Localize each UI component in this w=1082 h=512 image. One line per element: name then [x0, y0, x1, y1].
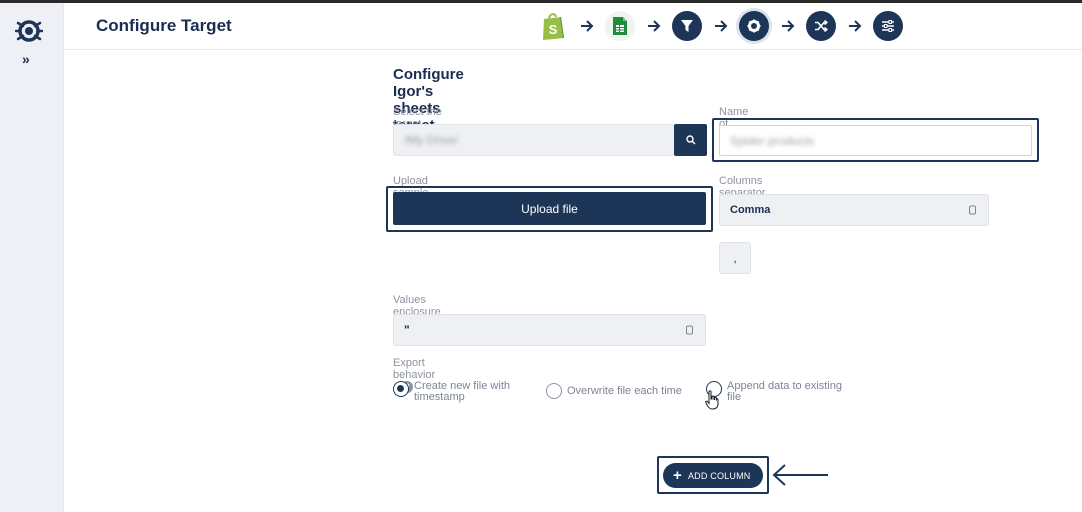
separator-select[interactable]: Comma: [719, 194, 989, 226]
page-header: Configure Target S: [64, 3, 1082, 50]
highlight-add-column: [657, 456, 769, 494]
export-label-text: Export behavior: [393, 357, 436, 381]
google-sheets-icon: [613, 17, 627, 35]
step-arrow: [836, 20, 873, 32]
step-filter[interactable]: [672, 11, 702, 41]
app-logo-icon[interactable]: [14, 17, 44, 45]
step-arrow: [702, 20, 739, 32]
expand-sidebar-button[interactable]: »: [22, 51, 30, 67]
target-path-value: /My Drive/: [404, 133, 458, 147]
highlight-upload-button: [386, 186, 713, 232]
sidebar: »: [0, 3, 64, 512]
step-settings[interactable]: [739, 11, 769, 41]
dropdown-icon: [969, 205, 976, 215]
enclosure-select[interactable]: ": [393, 314, 706, 346]
arrow-right-icon: [647, 20, 660, 32]
step-google-sheets[interactable]: [605, 11, 635, 41]
enclosure-value: ": [404, 323, 410, 337]
step-shopify[interactable]: S: [538, 11, 568, 41]
hand-cursor-icon: [705, 390, 719, 410]
separator-char-value: ,: [733, 251, 737, 265]
target-path-input[interactable]: /My Drive/: [393, 124, 675, 156]
browse-target-button[interactable]: [674, 124, 707, 156]
dropdown-icon: [686, 325, 693, 335]
filter-icon: [681, 20, 693, 32]
double-chevron-right-icon: »: [22, 51, 30, 67]
shopify-bag-icon: S: [543, 13, 564, 40]
arrow-right-icon: [848, 20, 861, 32]
radio-overwrite[interactable]: Overwrite file each time: [546, 383, 706, 399]
step-arrow: [635, 20, 672, 32]
arrow-right-icon: [580, 20, 593, 32]
annotation-arrow-icon: [772, 464, 828, 486]
radio-overwrite-label: Overwrite file each time: [567, 384, 682, 397]
separator-char-input[interactable]: ,: [719, 242, 751, 274]
step-arrow: [769, 20, 806, 32]
step-mapping[interactable]: [806, 11, 836, 41]
page-title: Configure Target: [96, 16, 232, 35]
wizard-stepper: S: [538, 9, 903, 43]
sliders-icon: [882, 20, 894, 32]
highlight-output-field: [712, 118, 1039, 162]
separator-value: Comma: [730, 204, 771, 216]
radio-append[interactable]: Append data to existing file: [706, 381, 856, 403]
radio-create-new[interactable]: Create new file with timestamp: [393, 381, 533, 403]
arrow-right-icon: [781, 20, 794, 32]
radio-unselected-icon: [546, 383, 562, 399]
search-icon: [685, 135, 695, 145]
svg-text:S: S: [549, 22, 558, 37]
gear-icon: [747, 19, 761, 33]
shuffle-icon: [815, 19, 828, 33]
step-review[interactable]: [873, 11, 903, 41]
step-arrow: [568, 20, 605, 32]
radio-create-new-label: Create new file with timestamp: [414, 380, 510, 403]
arrow-right-icon: [714, 20, 727, 32]
radio-selected-icon: [393, 381, 409, 397]
radio-append-label: Append data to existing file: [727, 380, 842, 403]
